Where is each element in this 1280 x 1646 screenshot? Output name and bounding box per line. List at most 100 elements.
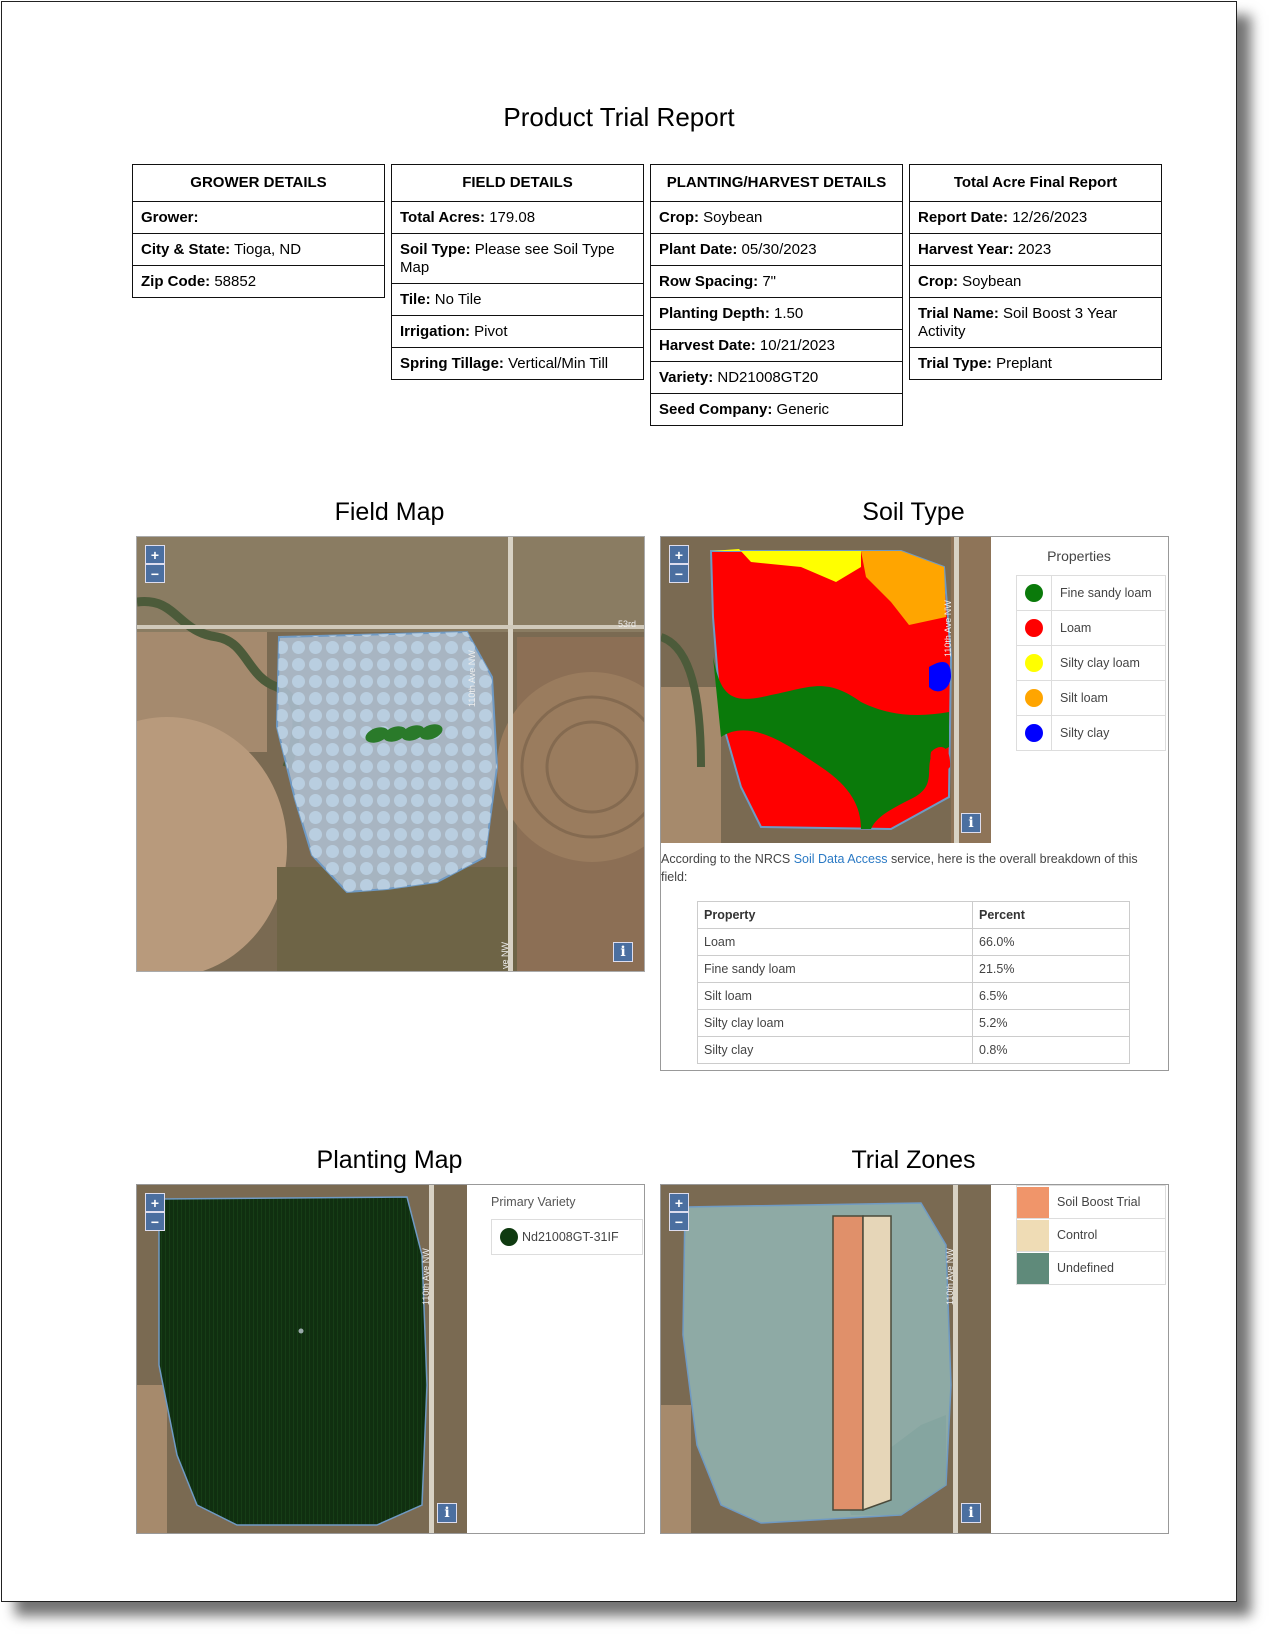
detail-value: Soybean xyxy=(703,209,763,226)
planting-map-imagery xyxy=(137,1185,467,1533)
detail-label: Grower: xyxy=(141,209,199,226)
detail-row: Soil Type: Please see Soil Type Map xyxy=(391,233,644,284)
planting-legend-title: Primary Variety xyxy=(491,1195,576,1209)
legend-label: Control xyxy=(1057,1228,1098,1242)
info-button[interactable]: i xyxy=(961,1503,981,1523)
detail-row: Crop: Soybean xyxy=(909,265,1162,298)
legend-label: Soil Boost Trial xyxy=(1057,1195,1141,1209)
trial-zones-zoom-controls: + − xyxy=(669,1193,689,1231)
percent-cell: 5.2% xyxy=(972,1009,1130,1037)
detail-row: Harvest Year: 2023 xyxy=(909,233,1162,266)
zoom-in-button[interactable]: + xyxy=(669,545,689,564)
legend-label: Undefined xyxy=(1057,1261,1114,1275)
detail-value: Pivot xyxy=(474,323,508,340)
detail-row: Trial Name: Soil Boost 3 Year Activity xyxy=(909,297,1162,348)
zoom-in-button[interactable]: + xyxy=(145,1193,165,1212)
detail-value: 2023 xyxy=(1017,241,1052,258)
zoom-in-button[interactable]: + xyxy=(145,545,165,564)
detail-value: No Tile xyxy=(434,291,482,308)
detail-label: Soil Type: xyxy=(400,241,471,258)
legend-label: Silt loam xyxy=(1060,691,1108,705)
detail-value: 7" xyxy=(762,273,777,290)
info-button[interactable]: i xyxy=(961,813,981,833)
column-header-property: Property xyxy=(697,901,973,929)
detail-label: Tile: xyxy=(400,291,431,308)
legend-label: Silty clay loam xyxy=(1060,656,1140,670)
detail-value: 10/21/2023 xyxy=(759,337,835,354)
zoom-out-button[interactable]: − xyxy=(145,1212,165,1231)
field-map-zoom-controls: + − xyxy=(145,545,165,583)
zoom-out-button[interactable]: − xyxy=(669,1212,689,1231)
detail-value: 05/30/2023 xyxy=(741,241,817,258)
legend-swatch xyxy=(500,1228,518,1246)
trial-zones-legend: Soil Boost Trial Control Undefined xyxy=(1016,1185,1166,1285)
legend-label: Fine sandy loam xyxy=(1060,586,1152,600)
zoom-in-button[interactable]: + xyxy=(669,1193,689,1212)
legend-swatch xyxy=(1025,584,1043,602)
table-row: Silty clay 0.8% xyxy=(697,1036,1130,1064)
soil-type-panel: 110th Ave NW + − i Properties Fine sandy… xyxy=(660,536,1169,1071)
field-details-header: FIELD DETAILS xyxy=(391,164,644,202)
detail-label: Trial Name: xyxy=(918,305,999,322)
road-label-110th: 110th Ave NW xyxy=(943,600,953,657)
field-map[interactable]: 53rd 110th Ave NW ve NW + − i xyxy=(137,537,644,971)
detail-value: Preplant xyxy=(996,355,1052,372)
info-button[interactable]: i xyxy=(437,1503,457,1523)
info-button[interactable]: i xyxy=(613,942,633,962)
legend-label: Loam xyxy=(1060,621,1092,635)
detail-label: City & State: xyxy=(141,241,231,258)
property-cell: Fine sandy loam xyxy=(697,955,973,983)
legend-swatch xyxy=(1025,654,1043,672)
table-row: Fine sandy loam 21.5% xyxy=(697,955,1130,983)
detail-row: Plant Date: 05/30/2023 xyxy=(650,233,903,266)
soil-description-pre: According to the NRCS xyxy=(661,852,791,866)
legend-swatch xyxy=(1017,1219,1049,1251)
detail-value: 179.08 xyxy=(489,209,536,226)
soil-legend-title: Properties xyxy=(1047,548,1111,564)
report-title: Product Trial Report xyxy=(503,102,735,132)
planting-map-panel: 110th Ave NW + − i Primary Variety Nd210… xyxy=(136,1184,645,1534)
field-details-table: FIELD DETAILS Total Acres: 179.08 Soil T… xyxy=(391,164,644,380)
detail-row: Planting Depth: 1.50 xyxy=(650,297,903,330)
detail-value: Tioga, ND xyxy=(234,241,302,258)
legend-item: Control xyxy=(1016,1219,1166,1252)
soil-legend: Fine sandy loam Loam Silty clay loam Sil… xyxy=(1016,575,1166,751)
table-header-row: Property Percent xyxy=(697,901,1130,929)
soil-breakdown-table: Property Percent Loam 66.0% Fine sandy lo… xyxy=(697,901,1130,1064)
detail-value: Generic xyxy=(776,401,830,418)
trial-zones-map[interactable]: 110th Ave NW + − i xyxy=(661,1185,991,1533)
total-acre-header: Total Acre Final Report xyxy=(909,164,1162,202)
percent-cell: 0.8% xyxy=(972,1036,1130,1064)
table-row: Loam 66.0% xyxy=(697,928,1130,956)
detail-row: Grower: xyxy=(132,201,385,234)
soil-data-access-link[interactable]: Soil Data Access xyxy=(794,852,888,866)
detail-row: Total Acres: 179.08 xyxy=(391,201,644,234)
soil-description: According to the NRCS Soil Data Access s… xyxy=(661,850,1161,886)
detail-row: Tile: No Tile xyxy=(391,283,644,316)
detail-label: Spring Tillage: xyxy=(400,355,504,372)
legend-swatch xyxy=(1017,1252,1049,1284)
detail-row: Zip Code: 58852 xyxy=(132,265,385,298)
zoom-out-button[interactable]: − xyxy=(669,564,689,583)
zoom-out-button[interactable]: − xyxy=(145,564,165,583)
soil-type-map-imagery xyxy=(661,537,991,843)
detail-row: Variety: ND21008GT20 xyxy=(650,361,903,394)
column-header-percent: Percent xyxy=(972,901,1130,929)
detail-label: Total Acres: xyxy=(400,209,486,226)
road-label-53rd: 53rd xyxy=(618,619,637,629)
percent-cell: 21.5% xyxy=(972,955,1130,983)
property-cell: Loam xyxy=(697,928,973,956)
detail-row: Irrigation: Pivot xyxy=(391,315,644,348)
planting-map-title: Planting Map xyxy=(316,1146,463,1174)
detail-value: 1.50 xyxy=(774,305,804,322)
soil-type-map[interactable]: 110th Ave NW + − i xyxy=(661,537,991,843)
planting-map[interactable]: 110th Ave NW + − i xyxy=(137,1185,467,1533)
total-acre-report-table: Total Acre Final Report Report Date: 12/… xyxy=(909,164,1162,380)
legend-item: Loam xyxy=(1016,611,1166,646)
report-page: Product Trial Report GROWER DETAILS Grow… xyxy=(1,1,1237,1602)
detail-label: Harvest Year: xyxy=(918,241,1014,258)
detail-value: Soybean xyxy=(962,273,1022,290)
legend-swatch xyxy=(1017,1186,1049,1218)
detail-label: Zip Code: xyxy=(141,273,211,290)
road-label-110th: 110th Ave NW xyxy=(467,650,477,707)
